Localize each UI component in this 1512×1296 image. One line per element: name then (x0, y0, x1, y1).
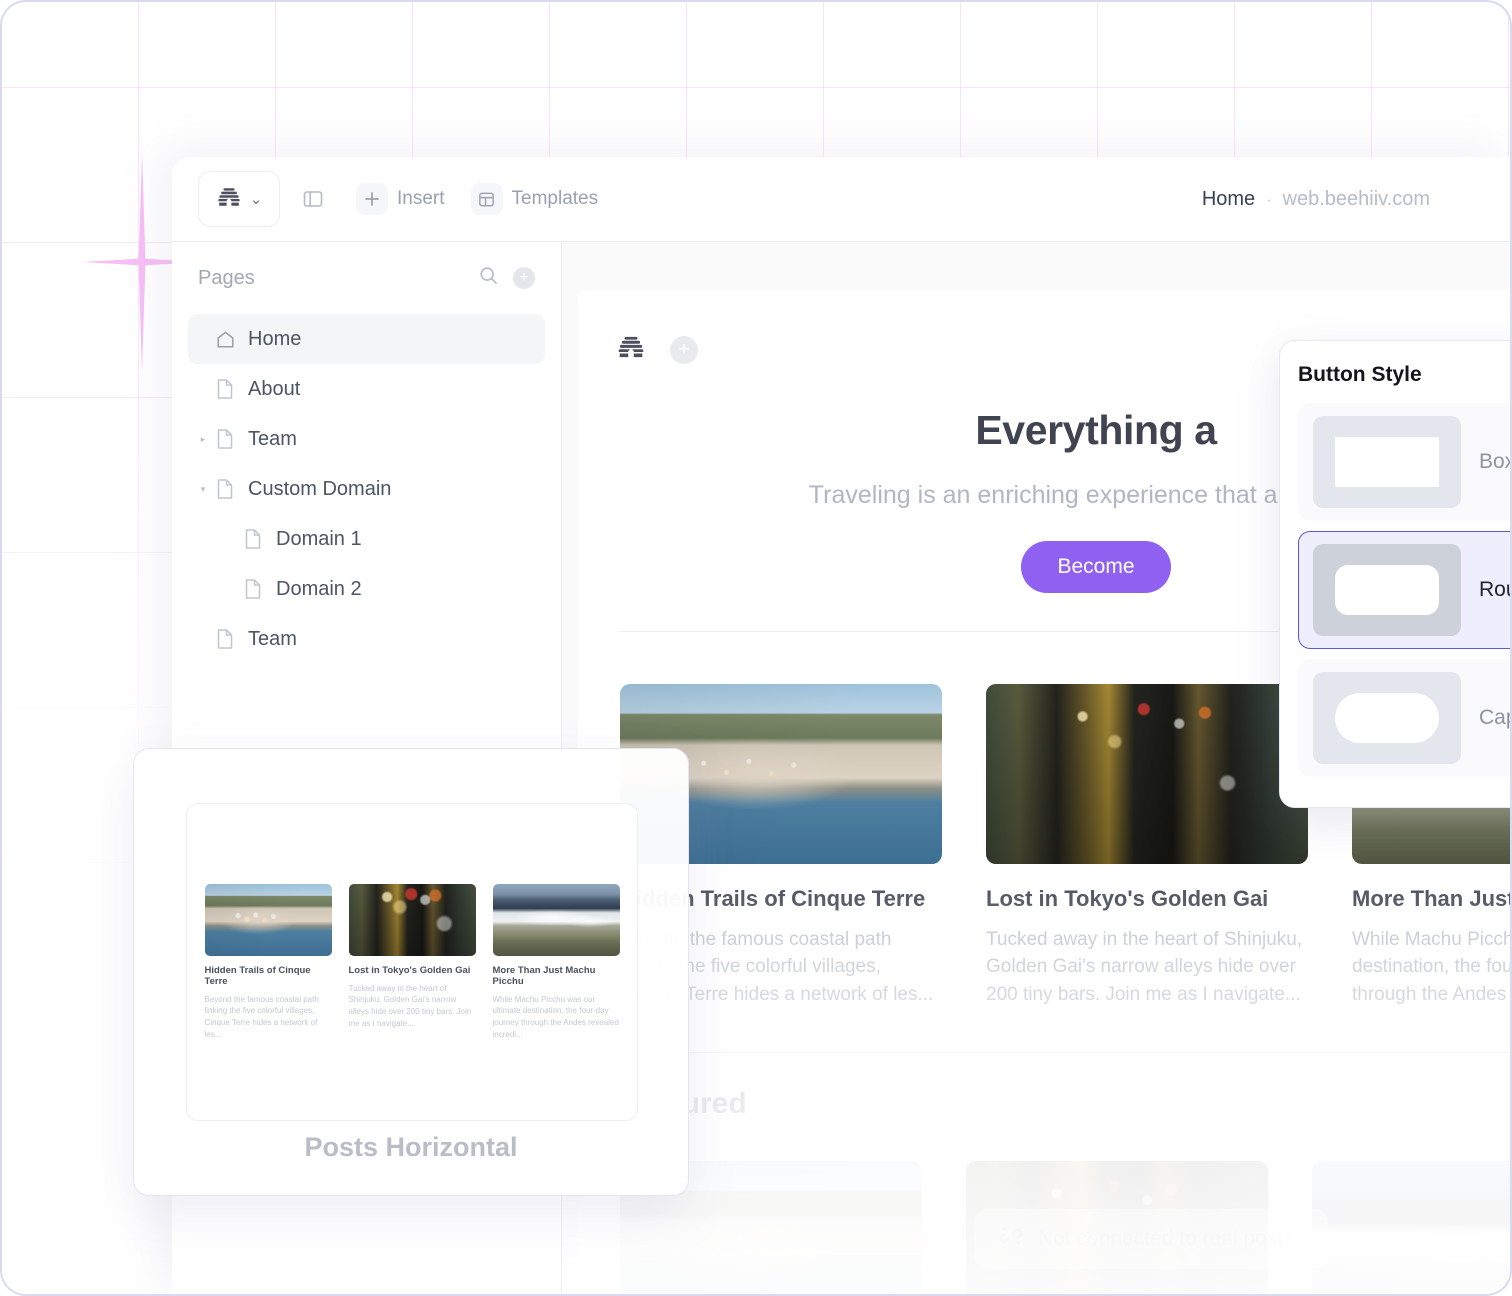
posts-horizontal-label: Posts Horizontal (304, 1132, 518, 1162)
button-style-option-capsule[interactable]: Capsu (1298, 659, 1510, 777)
featured-posts-list: Not connected to real posts (578, 1121, 1510, 1294)
sidebar-item-team[interactable]: ▸ Team (188, 414, 545, 464)
beehiiv-logo-icon (216, 184, 242, 215)
post-title: Lost in Tokyo's Golden Gai (986, 885, 1269, 911)
post-excerpt: While Machu Picchu was our ultimate dest… (1352, 928, 1512, 1005)
featured-heading: Featured (578, 1053, 1510, 1121)
pages-header: Pages + (188, 242, 545, 314)
button-style-option-box[interactable]: Box (1298, 403, 1512, 521)
featured-thumbnail (1312, 1161, 1510, 1294)
home-icon (212, 329, 238, 350)
pages-tree: Home About ▸ Team ▾ Custom Domain Domain 1 Doma… (188, 314, 545, 664)
unlink-icon (999, 1225, 1023, 1253)
site-switcher-button[interactable]: ⌄ (198, 171, 280, 227)
sidebar-item-label: Domain 2 (276, 577, 362, 600)
button-style-label: Box (1479, 450, 1512, 473)
breadcrumb-separator: · (1266, 191, 1272, 209)
templates-label: Templates (511, 188, 599, 209)
sidebar-panel-icon[interactable] (296, 182, 330, 216)
hero-cta-button[interactable]: Become (1021, 540, 1171, 593)
insert-button[interactable]: Insert (356, 183, 445, 215)
sidebar-item-home[interactable]: Home (188, 314, 545, 364)
posts-horizontal-preview-frame: Hidden Trails of Cinque Terre Beyond the … (186, 803, 638, 1121)
post-title: More Than Just Machu Picchu (1352, 885, 1512, 911)
button-style-options: Box Round Capsu (1298, 403, 1512, 777)
mini-posts-list: Hidden Trails of Cinque Terre Beyond the … (204, 883, 620, 1040)
mini-post-thumbnail (348, 883, 476, 956)
document-icon (212, 378, 238, 400)
button-style-swatch-capsule (1313, 672, 1461, 764)
document-icon (212, 628, 238, 650)
document-icon (240, 578, 266, 600)
search-icon[interactable] (478, 265, 499, 291)
mini-post-excerpt: Beyond the famous coastal path linking t… (204, 994, 319, 1039)
document-icon (212, 478, 238, 500)
mini-post-excerpt: While Machu Picchu was our ultimate dest… (492, 994, 619, 1039)
mini-post-thumbnail (492, 883, 620, 956)
sidebar-item-about[interactable]: About (188, 364, 545, 414)
mini-post-title: Lost in Tokyo's Golden Gai (348, 964, 471, 976)
popover-title: Button Style (1298, 363, 1422, 386)
sidebar-item-label: Team (248, 627, 297, 650)
mini-post-thumbnail (204, 883, 332, 956)
post-thumbnail (986, 683, 1308, 864)
plus-icon (356, 183, 388, 215)
mini-post-excerpt: Tucked away in the heart of Shinjuku, Go… (348, 983, 472, 1028)
post-card[interactable]: Lost in Tokyo's Golden Gai Tucked away in… (986, 683, 1308, 1009)
templates-button[interactable]: Templates (470, 183, 599, 215)
pages-title: Pages (198, 266, 255, 289)
plus-circle-icon[interactable]: + (513, 267, 535, 289)
sidebar-item-team[interactable]: Team (188, 614, 545, 664)
sidebar-item-label: Custom Domain (248, 477, 392, 500)
sidebar-item-label: Team (248, 427, 297, 450)
insert-label: Insert (397, 188, 445, 209)
app-frame: ⌄ Insert Templates Home · web.beehiiv.co… (0, 0, 1512, 1296)
button-style-label: Round (1479, 578, 1510, 601)
sidebar-item-label: About (248, 377, 301, 400)
breadcrumb: Home · web.beehiiv.com (1202, 188, 1430, 211)
mini-post-card: Lost in Tokyo's Golden Gai Tucked away in… (348, 883, 476, 1040)
chevron-down-icon: ⌄ (249, 190, 263, 208)
sidebar-item-label: Home (248, 327, 302, 350)
breadcrumb-page[interactable]: Home (1202, 188, 1255, 211)
button-style-label: Capsu (1479, 706, 1510, 729)
breadcrumb-domain[interactable]: web.beehiiv.com (1283, 188, 1430, 211)
button-style-option-round[interactable]: Round (1298, 531, 1510, 649)
document-icon (212, 428, 238, 450)
add-block-plus-circle-icon[interactable]: + (670, 335, 698, 364)
sidebar-item-label: Domain 1 (276, 527, 362, 550)
mini-post-card: More Than Just Machu Picchu While Machu P… (492, 883, 620, 1040)
sidebar-item-domain-2[interactable]: Domain 2 (188, 564, 545, 614)
beehiiv-logo-icon (616, 332, 646, 367)
sidebar-item-domain-1[interactable]: Domain 1 (188, 514, 545, 564)
mini-post-title: More Than Just Machu Picchu (492, 964, 596, 987)
document-icon (240, 528, 266, 550)
posts-horizontal-preview-panel[interactable]: Hidden Trails of Cinque Terre Beyond the … (133, 748, 689, 1196)
not-connected-label: Not connected to real posts (1038, 1227, 1294, 1251)
caret-collapsed-icon[interactable]: ▸ (194, 434, 212, 445)
sidebar-item-custom-domain[interactable]: ▾ Custom Domain (188, 464, 545, 514)
button-style-swatch-box (1313, 416, 1461, 508)
post-excerpt: Tucked away in the heart of Shinjuku, Go… (986, 928, 1303, 1005)
editor-toolbar: ⌄ Insert Templates Home · web.beehiiv.co… (172, 157, 1510, 242)
caret-expanded-icon[interactable]: ▾ (194, 484, 212, 495)
layout-template-icon (470, 183, 503, 215)
mini-post-title: Hidden Trails of Cinque Terre (204, 964, 311, 987)
button-style-popover: Button Style Box Round Capsu (1279, 340, 1512, 808)
button-style-swatch-round (1313, 544, 1461, 636)
not-connected-badge: Not connected to real posts (974, 1209, 1328, 1270)
mini-post-card: Hidden Trails of Cinque Terre Beyond the … (204, 883, 332, 1040)
